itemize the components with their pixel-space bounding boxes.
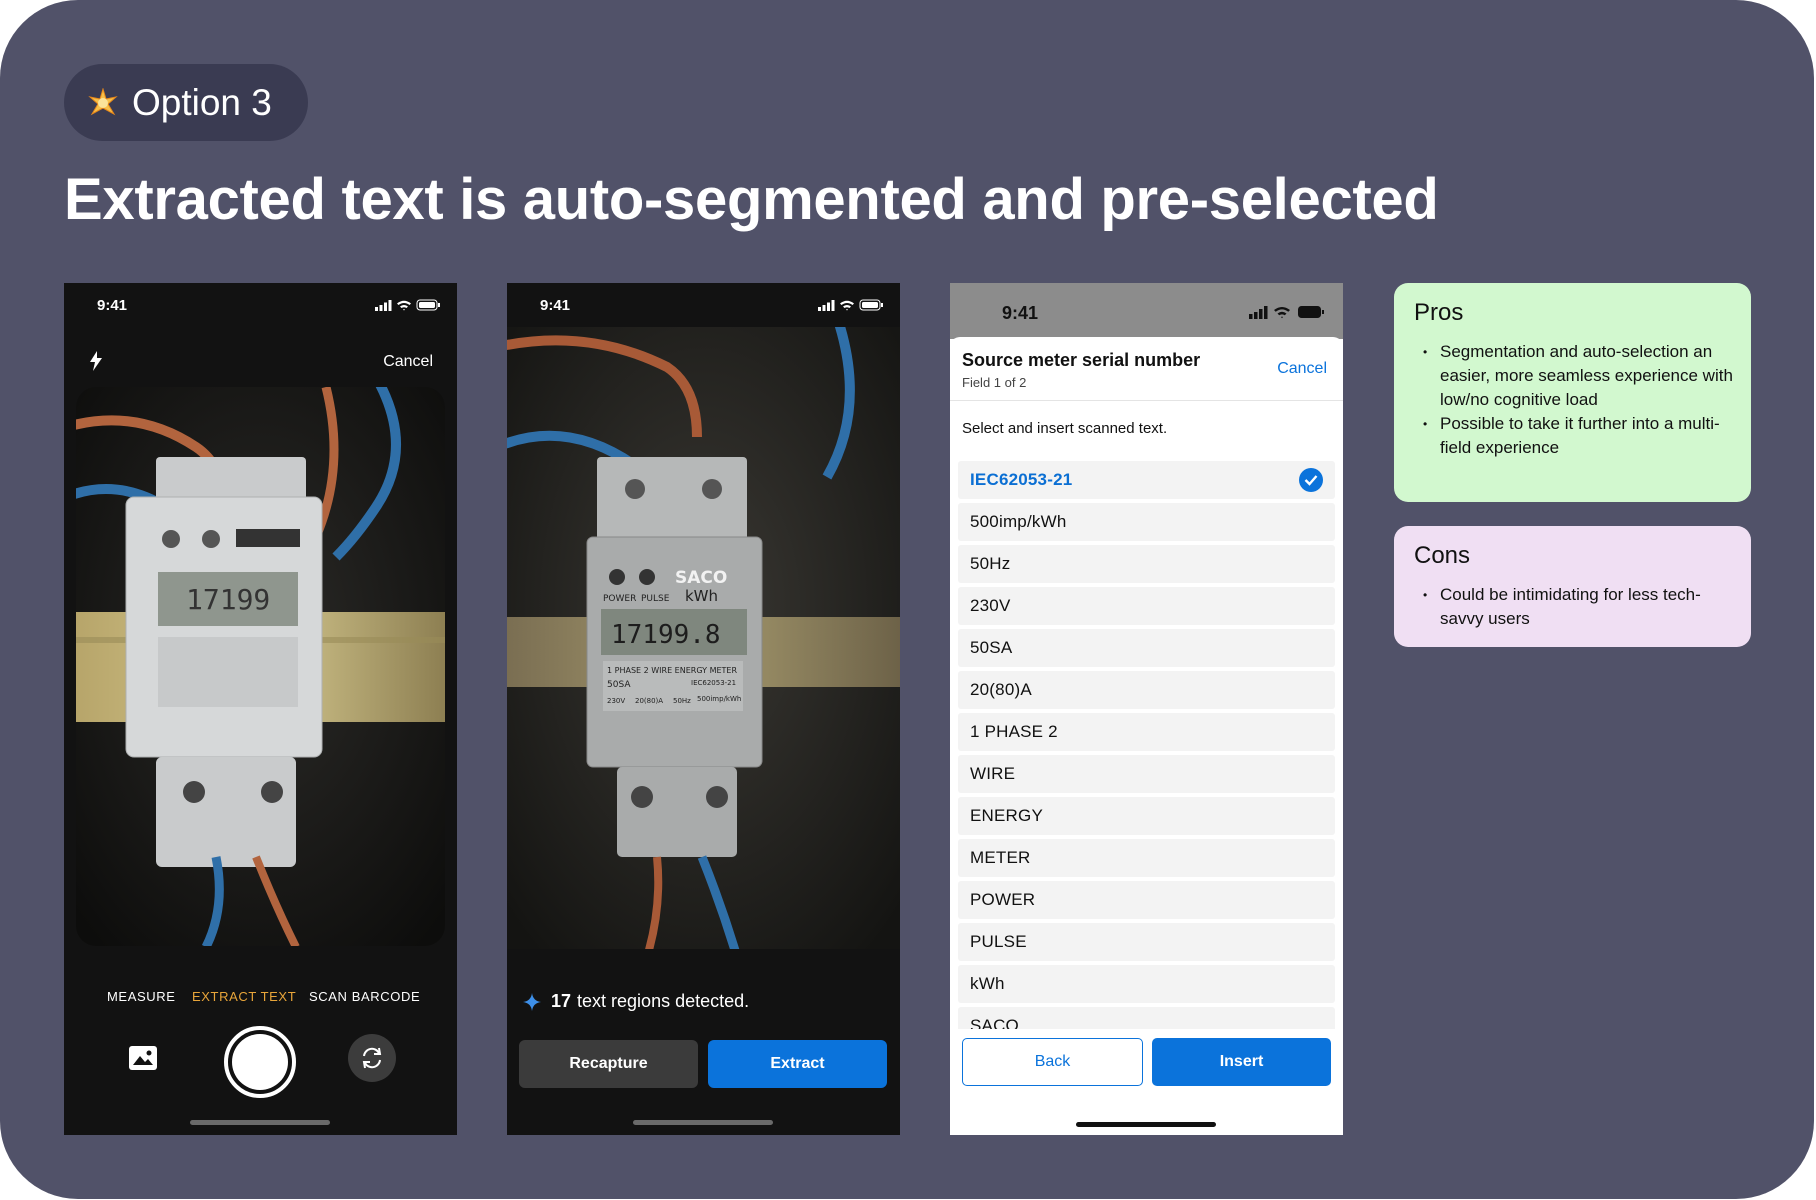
pros-point: Possible to take it further into a multi… (1423, 412, 1735, 460)
list-item[interactable]: WIRE (958, 755, 1335, 793)
cons-list: Could be intimidating for less tech-savv… (1414, 583, 1751, 631)
status-time: 9:41 (1002, 303, 1039, 323)
list-item[interactable]: 20(80)A (958, 671, 1335, 709)
back-button[interactable]: Back (962, 1038, 1143, 1086)
scanned-text-list: IEC62053-21 500imp/kWh 50Hz 230V 50SA 20… (958, 461, 1335, 1029)
list-item[interactable]: PULSE (958, 923, 1335, 961)
sheet-title: Source meter serial number (962, 350, 1201, 370)
photo-brand: SACO (675, 568, 727, 588)
status-icons (818, 299, 883, 311)
phone-camera-screen: 9:41 Cancel 17199 MEASURE EXTRACT TEXT S… (64, 283, 457, 1135)
photo-unit: kWh (685, 587, 718, 605)
list-item[interactable]: ENERGY (958, 797, 1335, 835)
photo-constant: 500imp/kWh (697, 695, 741, 703)
home-indicator (633, 1120, 773, 1125)
list-item[interactable]: 50SA (958, 629, 1335, 667)
status-bar: 9:41 (950, 283, 1343, 339)
list-item[interactable]: 500imp/kWh (958, 503, 1335, 541)
mode-extract-text[interactable]: EXTRACT TEXT (192, 989, 296, 1004)
gallery-icon[interactable] (128, 1045, 158, 1071)
pros-list: Segmentation and auto-selection an easie… (1414, 340, 1751, 460)
phone-select-text-screen: 9:41 Source meter serial number Field 1 … (950, 283, 1343, 1135)
captured-photo: SACO POWER PULSE kWh 17199.8 1 PHASE 2 W… (507, 327, 900, 949)
list-item[interactable]: SACO (958, 1007, 1335, 1029)
list-item[interactable]: 230V (958, 587, 1335, 625)
list-item-label: SACO (970, 1016, 1019, 1029)
list-item-label: 230V (970, 596, 1011, 615)
status-time: 9:41 (540, 297, 571, 314)
list-item-label: kWh (970, 974, 1005, 993)
sparkle-icon (523, 992, 541, 1011)
mode-scan-barcode[interactable]: SCAN BARCODE (309, 989, 420, 1004)
photo-current: 50SA (607, 680, 631, 690)
cancel-button[interactable]: Cancel (383, 353, 433, 371)
divider (950, 400, 1343, 401)
flip-camera-button[interactable] (348, 1034, 396, 1082)
shutter-button[interactable] (224, 1026, 296, 1098)
list-item-label: 20(80)A (970, 680, 1032, 699)
select-text-sheet: Source meter serial number Field 1 of 2 … (950, 337, 1343, 1135)
detection-status: 17 text regions detected. (523, 991, 749, 1012)
photo-pulse: PULSE (641, 594, 670, 604)
option-label: Option 3 (132, 81, 272, 123)
home-indicator (1076, 1122, 1216, 1127)
checkmark-icon (1299, 468, 1323, 492)
photo-meter-type: 1 PHASE 2 WIRE ENERGY METER (607, 666, 737, 675)
cons-title: Cons (1414, 542, 1471, 569)
list-item-label: ENERGY (970, 806, 1043, 825)
photo-voltage: 230V (607, 697, 625, 705)
instruction-text: Select and insert scanned text. (962, 420, 1168, 437)
home-indicator (190, 1120, 330, 1125)
cons-card: Cons Could be intimidating for less tech… (1394, 526, 1751, 647)
extract-button[interactable]: Extract (708, 1040, 887, 1088)
list-item[interactable]: POWER (958, 881, 1335, 919)
sheet-subtitle: Field 1 of 2 (962, 375, 1027, 390)
list-item[interactable]: 50Hz (958, 545, 1335, 583)
camera-preview: 17199 (76, 387, 445, 946)
option-badge: Option 3 (64, 64, 308, 141)
page-title: Extracted text is auto-segmented and pre… (64, 167, 1439, 232)
status-time: 9:41 (97, 297, 128, 314)
list-item-label: 50SA (970, 638, 1013, 657)
status-icons (1249, 306, 1324, 319)
cancel-button[interactable]: Cancel (1277, 360, 1327, 378)
list-item[interactable]: METER (958, 839, 1335, 877)
list-item-selected[interactable]: IEC62053-21 (958, 461, 1335, 499)
photo-frequency: 50Hz (673, 697, 691, 705)
photo-power: POWER (603, 594, 636, 604)
board: Option 3 Extracted text is auto-segmente… (0, 0, 1814, 1199)
pros-card: Pros Segmentation and auto-selection an … (1394, 283, 1751, 502)
list-item-label: 50Hz (970, 554, 1011, 573)
list-item-label: METER (970, 848, 1031, 867)
svg-text:17199: 17199 (186, 583, 270, 616)
list-item-label: POWER (970, 890, 1036, 909)
flip-camera-icon (362, 1047, 382, 1069)
list-item[interactable]: 1 PHASE 2 (958, 713, 1335, 751)
list-item-label: WIRE (970, 764, 1016, 783)
list-item-label: 500imp/kWh (970, 512, 1067, 531)
flash-icon[interactable] (88, 351, 104, 371)
status-bar: 9:41 (507, 283, 900, 327)
insert-button[interactable]: Insert (1152, 1038, 1331, 1086)
photo-rated: 20(80)A (635, 697, 663, 705)
cons-point: Could be intimidating for less tech-savv… (1423, 583, 1735, 631)
phone-detection-screen: 9:41 SACO POWER PULSE kWh 17199.8 1 PHAS… (507, 283, 900, 1135)
sparkle-icon (88, 87, 118, 115)
mode-measure[interactable]: MEASURE (107, 989, 176, 1004)
list-item[interactable]: kWh (958, 965, 1335, 1003)
status-bar: 9:41 (64, 283, 457, 327)
pros-point: Segmentation and auto-selection an easie… (1423, 340, 1735, 412)
pros-title: Pros (1414, 299, 1464, 326)
list-item-label: 1 PHASE 2 (970, 722, 1058, 741)
list-item-label: IEC62053-21 (970, 470, 1073, 489)
list-item-label: PULSE (970, 932, 1027, 951)
status-icons (375, 299, 440, 311)
detection-text: text regions detected. (577, 991, 750, 1011)
recapture-button[interactable]: Recapture (519, 1040, 698, 1088)
detection-count: 17 (551, 991, 572, 1011)
photo-display: 17199.8 (611, 620, 721, 650)
photo-standard: IEC62053-21 (691, 679, 736, 687)
